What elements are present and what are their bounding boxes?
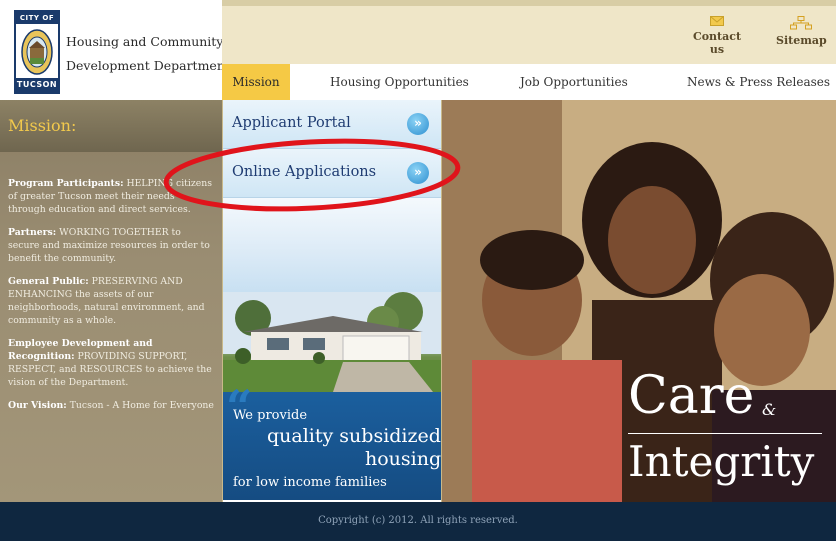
mission-paragraph: Partners: WORKING TOGETHER to secure and… xyxy=(8,226,214,265)
hero-caption-ampersand: & xyxy=(762,400,777,419)
promo-line-2: quality subsidized xyxy=(267,425,441,447)
hero-caption-care: Care xyxy=(628,366,755,426)
mission-paragraph-heading: General Public: xyxy=(8,276,89,287)
nav-item-mission[interactable]: Mission xyxy=(222,64,290,100)
house-photo xyxy=(223,292,441,392)
sitemap-link[interactable]: Sitemap xyxy=(776,16,827,47)
site-header: CITY OF TUCSON Housing and Community Dev… xyxy=(0,0,836,101)
logo-bottom-text: TUCSON xyxy=(16,78,58,92)
mission-paragraph-heading: Our Vision: xyxy=(8,400,67,411)
main-nav: Mission Housing Opportunities Job Opport… xyxy=(222,64,836,101)
online-applications-link[interactable]: Online Applications » xyxy=(223,149,441,198)
house-illustration xyxy=(223,292,441,392)
mission-paragraph-heading: Program Participants: xyxy=(8,178,124,189)
mission-statement: Program Participants: HELPING citizens o… xyxy=(8,177,214,422)
sitemap-label: Sitemap xyxy=(776,34,827,47)
mission-paragraph-heading: Partners: xyxy=(8,227,57,238)
city-seal-icon xyxy=(21,29,53,75)
promo-banner: “ We provide quality subsidized housing … xyxy=(223,380,442,500)
mission-paragraph: Employee Development and Recognition: PR… xyxy=(8,337,214,389)
hero-caption-integrity: Integrity xyxy=(628,437,815,486)
promo-line-3: housing xyxy=(365,448,442,470)
mission-title: Mission: xyxy=(8,116,77,135)
site-footer: Copyright (c) 2012. All rights reserved. xyxy=(0,502,836,541)
copyright-text: Copyright (c) 2012. All rights reserved. xyxy=(318,515,518,526)
double-chevron-right-icon[interactable]: » xyxy=(407,113,429,135)
hero-divider xyxy=(628,433,822,434)
mission-header: Mission: xyxy=(0,100,222,152)
nav-item-news-press-releases[interactable]: News & Press Releases xyxy=(687,64,830,100)
online-applications-label: Online Applications xyxy=(232,164,377,180)
menu-spacer xyxy=(223,198,441,292)
mission-paragraph: General Public: PRESERVING AND ENHANCING… xyxy=(8,275,214,327)
applicant-portal-label: Applicant Portal xyxy=(232,115,351,131)
mission-paragraph: Our Vision: Tucson - A Home for Everyone xyxy=(8,399,214,412)
quick-links-menu: Applicant Portal » Online Applications »… xyxy=(222,100,442,502)
nav-item-job-opportunities[interactable]: Job Opportunities xyxy=(520,64,628,100)
sitemap-icon xyxy=(790,16,812,30)
logo-top-text: CITY OF xyxy=(16,12,58,24)
nav-item-housing-opportunities[interactable]: Housing Opportunities xyxy=(330,64,469,100)
department-name-line2: Development Department xyxy=(66,58,230,73)
contact-us-link[interactable]: Contact us xyxy=(684,16,750,56)
applicant-portal-link[interactable]: Applicant Portal » xyxy=(223,100,441,149)
mission-panel: Mission: Program Participants: HELPING c… xyxy=(0,100,222,502)
quote-mark: “ xyxy=(226,380,253,434)
mission-paragraph: Program Participants: HELPING citizens o… xyxy=(8,177,214,216)
mission-paragraph-text: Tucson - A Home for Everyone xyxy=(66,400,214,411)
hero-image: Care & Integrity xyxy=(442,100,836,502)
promo-line-1: We provide xyxy=(233,408,308,423)
department-name-line1: Housing and Community xyxy=(66,34,224,49)
contact-us-label: Contact us xyxy=(692,30,742,56)
department-name[interactable]: Housing and Community Development Depart… xyxy=(66,30,230,78)
promo-line-4: for low income families xyxy=(233,475,387,490)
utility-bar: Contact us Sitemap xyxy=(222,0,836,64)
city-logo[interactable]: CITY OF TUCSON xyxy=(14,10,60,94)
envelope-icon xyxy=(710,16,724,26)
double-chevron-right-icon[interactable]: » xyxy=(407,162,429,184)
